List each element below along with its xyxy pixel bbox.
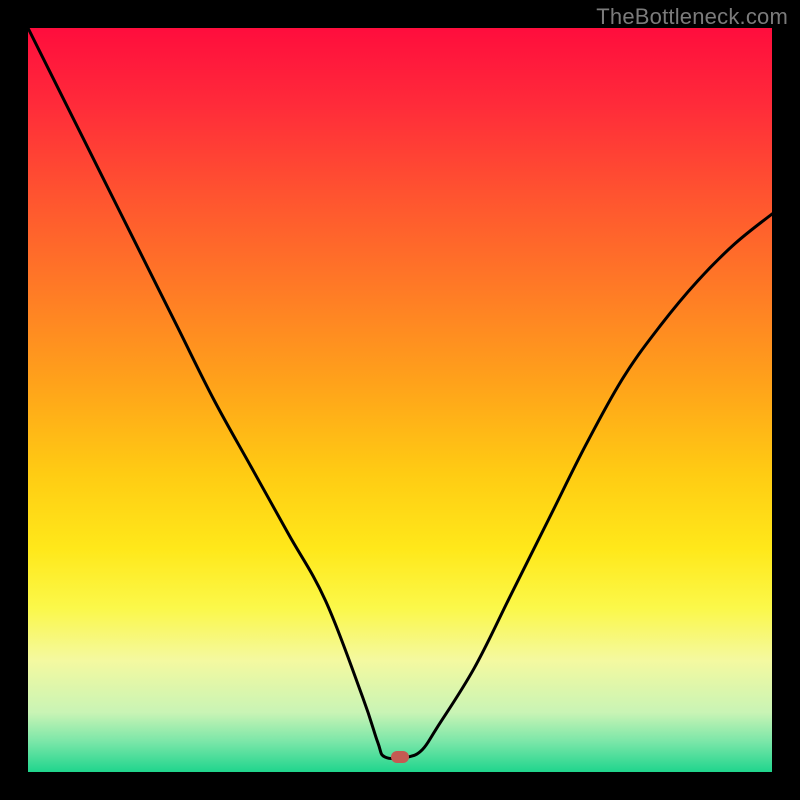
watermark-text: TheBottleneck.com bbox=[596, 4, 788, 30]
plot-area bbox=[28, 28, 772, 772]
bottleneck-curve bbox=[28, 28, 772, 772]
chart-frame: TheBottleneck.com bbox=[0, 0, 800, 800]
optimum-marker bbox=[391, 751, 409, 763]
